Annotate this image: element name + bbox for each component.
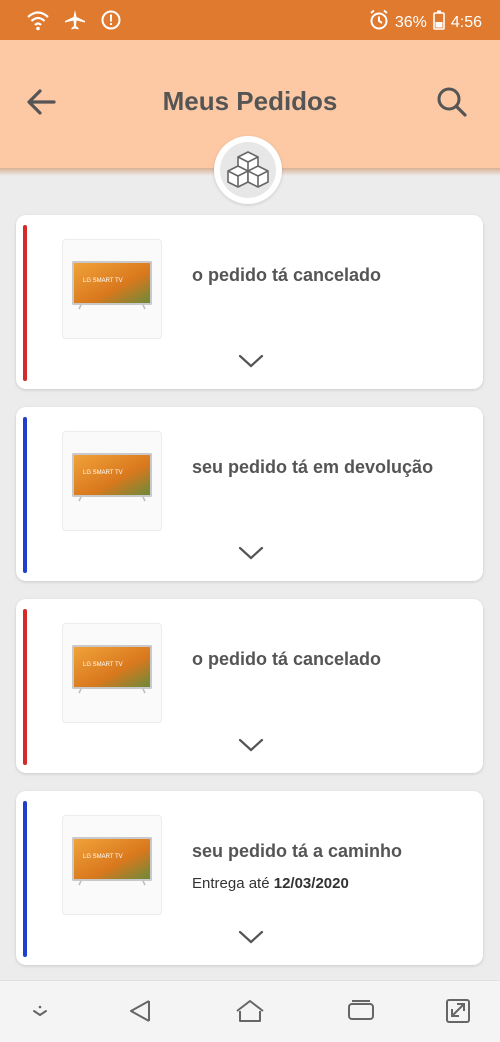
airplane-icon: [64, 9, 86, 36]
product-image: LG SMART TV: [62, 623, 162, 723]
expand-icon[interactable]: [441, 995, 475, 1027]
battery-percentage: 36%: [394, 13, 427, 31]
svg-text:LG SMART TV: LG SMART TV: [83, 662, 123, 668]
clock: 4:56: [450, 13, 482, 31]
search-button[interactable]: [432, 82, 472, 122]
status-bar: 36% 4:56: [0, 0, 500, 40]
delivery-info: Entrega até 12/03/2020: [192, 875, 349, 892]
system-nav-bar: [0, 980, 500, 1042]
order-status: o pedido tá cancelado: [192, 265, 382, 285]
alert-icon: [100, 9, 122, 36]
alarm-icon: [369, 9, 389, 36]
orders-badge: [214, 136, 282, 204]
status-stripe: [23, 225, 27, 381]
tv-thumbnail: LG SMART TV: [72, 261, 152, 310]
recents-icon[interactable]: [344, 995, 378, 1027]
order-status: o pedido tá cancelado: [192, 649, 382, 669]
search-icon: [437, 87, 467, 117]
order-card[interactable]: LG SMART TV o pedido tá cancelado: [16, 215, 483, 389]
product-image: LG SMART TV: [62, 815, 162, 915]
product-image: LG SMART TV: [62, 431, 162, 531]
boxes-icon: [227, 151, 269, 188]
chevron-down-icon[interactable]: [238, 545, 264, 561]
home-icon[interactable]: [233, 995, 267, 1027]
page-title: Meus Pedidos: [162, 86, 338, 116]
delivery-date: 12/03/2020: [273, 875, 349, 892]
back-triangle-icon[interactable]: [123, 995, 157, 1027]
order-card[interactable]: LG SMART TV seu pedido tá em devolução: [16, 407, 483, 581]
wifi-icon: [26, 9, 50, 36]
chevron-down-icon[interactable]: [238, 737, 264, 753]
order-card[interactable]: LG SMART TV seu pedido tá a caminho Entr…: [16, 791, 483, 965]
svg-text:LG SMART TV: LG SMART TV: [83, 278, 123, 284]
svg-text:LG SMART TV: LG SMART TV: [83, 854, 123, 860]
delivery-prefix: Entrega até: [192, 875, 270, 892]
status-stripe: [23, 417, 27, 573]
chevron-down-icon[interactable]: [238, 353, 264, 369]
tv-thumbnail: LG SMART TV: [72, 645, 152, 694]
tv-thumbnail: LG SMART TV: [72, 837, 152, 886]
battery-icon: [433, 10, 445, 35]
chevron-down-icon[interactable]: [238, 929, 264, 945]
svg-text:LG SMART TV: LG SMART TV: [83, 470, 123, 476]
order-status: seu pedido tá a caminho: [192, 841, 403, 861]
product-image: LG SMART TV: [62, 239, 162, 339]
order-status: seu pedido tá em devolução: [192, 457, 434, 477]
status-stripe: [23, 609, 27, 765]
order-card[interactable]: LG SMART TV o pedido tá cancelado: [16, 599, 483, 773]
status-stripe: [23, 801, 27, 957]
collapse-icon[interactable]: [23, 995, 57, 1027]
tv-thumbnail: LG SMART TV: [72, 453, 152, 502]
